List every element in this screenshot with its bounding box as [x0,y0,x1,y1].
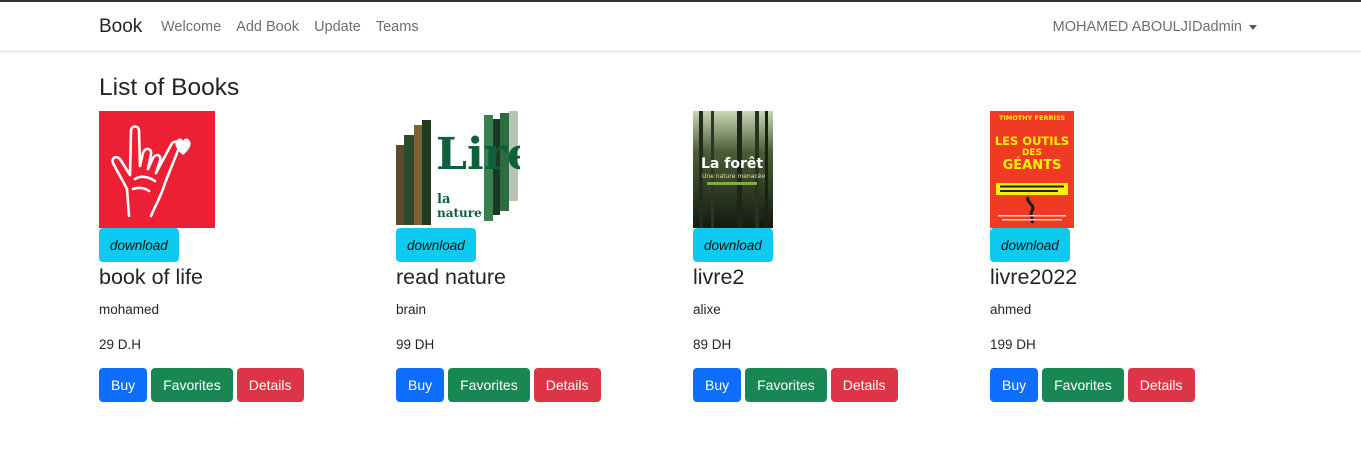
user-name: MOHAMED ABOULJIDadmin [1052,19,1242,35]
nav-link-teams[interactable]: Teams [376,19,419,35]
buy-button[interactable]: Buy [99,368,148,402]
user-dropdown[interactable]: MOHAMED ABOULJIDadmin [1053,19,1257,35]
cover-word2: la [437,192,451,207]
page-title: List of Books [99,74,240,101]
cover-subtitle: Une nature menacée [702,173,765,180]
book-card: TIMOTHY FERRISS LES OUTILS DES GÉANTS do… [990,111,1250,402]
cover-title: La forêt [701,156,763,172]
book-price: 99 DH [396,337,435,352]
buy-button[interactable]: Buy [990,368,1039,402]
cover-word1: Lire [436,129,520,180]
book-actions: Buy Favorites Details [990,368,1250,402]
forest-cover-icon: La forêt Une nature menacée [693,111,773,228]
navbar: Book Welcome Add Book Update Teams MOHAM… [0,2,1361,52]
cover-line1: LES OUTILS [995,134,1069,148]
cover-line2: DES [1022,148,1042,158]
favorites-button[interactable]: Favorites [1042,368,1124,402]
book-author: mohamed [99,302,160,317]
nav-links: Welcome Add Book Update Teams [161,19,419,35]
nav-link-update[interactable]: Update [314,19,361,35]
book-actions: Buy Favorites Details [693,368,953,402]
book-cover [99,111,359,228]
navbar-brand[interactable]: Book [99,16,142,38]
details-button[interactable]: Details [830,368,898,402]
download-button[interactable]: download [990,228,1070,262]
book-price: 89 DH [693,337,732,352]
buy-button[interactable]: Buy [693,368,742,402]
buy-button[interactable]: Buy [396,368,445,402]
book-author: alixe [693,302,721,317]
book-cover: TIMOTHY FERRISS LES OUTILS DES GÉANTS [990,111,1250,228]
cover-author: TIMOTHY FERRISS [999,114,1065,122]
book-author: brain [396,302,427,317]
nav-link-welcome[interactable]: Welcome [161,19,221,35]
book-price: 29 D.H [99,337,142,352]
details-button[interactable]: Details [1127,368,1195,402]
book-actions: Buy Favorites Details [396,368,656,402]
book-price: 199 DH [990,337,1036,352]
book-card: download book of life mohamed 29 D.H Buy… [99,111,359,402]
download-button[interactable]: download [693,228,773,262]
details-button[interactable]: Details [236,368,304,402]
book-title: book of life [99,265,203,289]
details-button[interactable]: Details [533,368,601,402]
book-title: livre2 [693,265,745,289]
download-button[interactable]: download [396,228,476,262]
nav-link-add-book[interactable]: Add Book [236,19,299,35]
hand-heart-cover-icon [99,111,215,228]
book-card: Lire la nature download read nature brai… [396,111,656,402]
favorites-button[interactable]: Favorites [745,368,827,402]
lire-la-nature-cover-icon: Lire la nature [396,111,535,228]
book-cover: Lire la nature [396,111,656,228]
outils-des-geants-cover-icon: TIMOTHY FERRISS LES OUTILS DES GÉANTS [990,111,1074,228]
book-author: ahmed [990,302,1032,317]
book-title: livre2022 [990,265,1078,289]
book-card: La forêt Une nature menacée download liv… [693,111,953,402]
cover-line3: GÉANTS [1003,157,1062,173]
cover-word3: nature [437,206,482,220]
favorites-button[interactable]: Favorites [151,368,233,402]
book-actions: Buy Favorites Details [99,368,359,402]
download-button[interactable]: download [99,228,179,262]
caret-down-icon [1249,25,1257,30]
book-cover: La forêt Une nature menacée [693,111,953,228]
book-title: read nature [396,265,506,289]
favorites-button[interactable]: Favorites [448,368,530,402]
